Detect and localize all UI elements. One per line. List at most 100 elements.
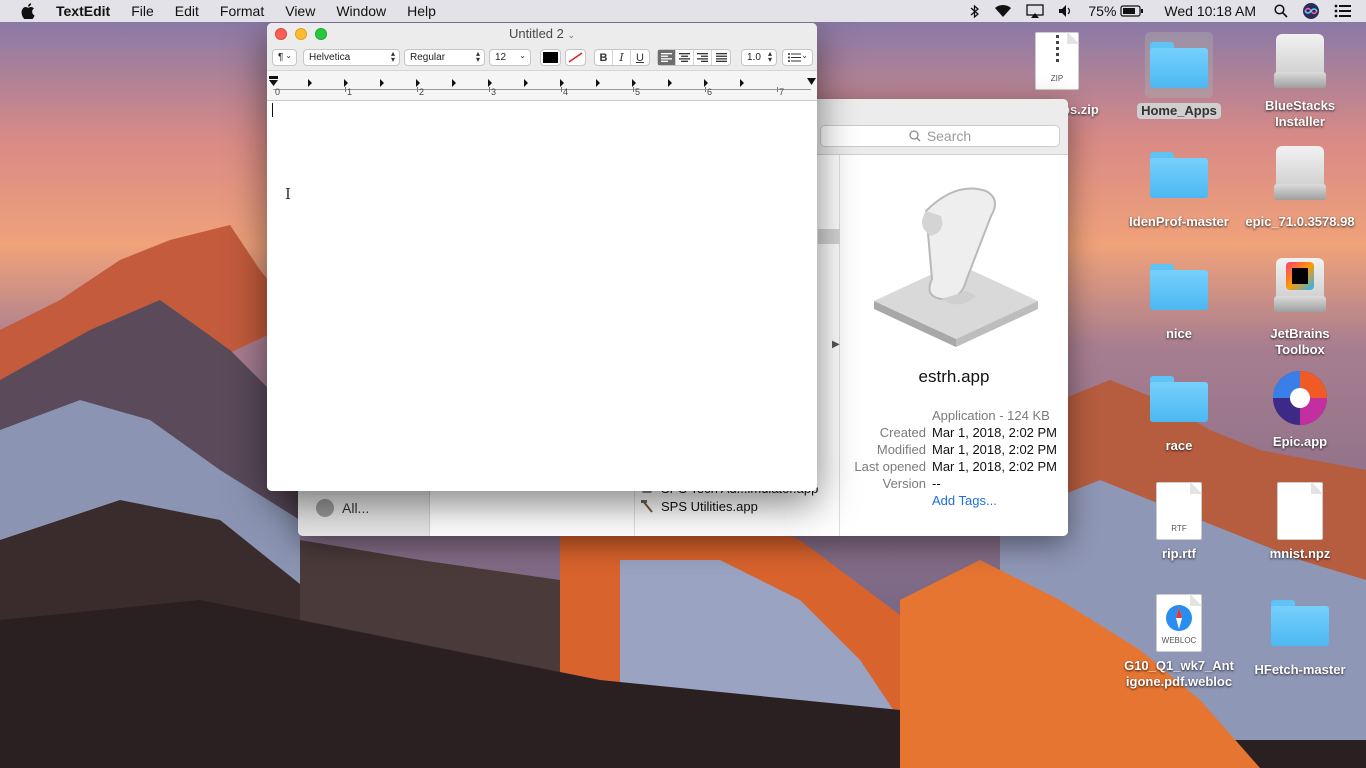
clock[interactable]: Wed 10:18 AM xyxy=(1164,3,1256,19)
desktop-icon-label: IdenProf-master xyxy=(1129,214,1229,229)
tab-stop[interactable] xyxy=(380,79,384,87)
align-center-button[interactable] xyxy=(676,50,694,65)
tab-stop[interactable] xyxy=(524,79,528,87)
bluetooth-icon[interactable] xyxy=(970,4,980,19)
menu-format[interactable]: Format xyxy=(220,3,264,19)
font-family-value: Helvetica xyxy=(309,52,351,63)
right-indent-marker[interactable] xyxy=(807,78,817,86)
search-icon xyxy=(909,130,921,142)
ruler-number: 2 xyxy=(419,87,425,97)
desktop-icon-home-apps[interactable]: Home_Apps xyxy=(1124,32,1234,120)
tab-stop[interactable] xyxy=(308,79,312,87)
modified-value: Mar 1, 2018, 2:02 PM xyxy=(932,442,1058,457)
window-title[interactable]: Untitled 2 ⌄ xyxy=(267,26,817,41)
text-color-well[interactable] xyxy=(540,49,561,66)
text-caret xyxy=(272,103,273,117)
text-style-segment: B I U xyxy=(594,49,650,66)
drive-icon xyxy=(1272,32,1328,92)
bold-button[interactable]: B xyxy=(595,50,613,65)
desktop-icon-hfetch[interactable]: HFetch-master xyxy=(1245,596,1355,678)
tab-stop[interactable] xyxy=(560,79,564,87)
notification-center-icon[interactable] xyxy=(1334,4,1352,18)
ruler-number: 0 xyxy=(275,87,281,97)
desktop-icon-bluestacks[interactable]: BlueStacks Installer xyxy=(1245,32,1355,130)
safari-compass-icon xyxy=(1166,605,1192,631)
menu-app-name[interactable]: TextEdit xyxy=(56,3,110,19)
desktop-icon-label: BlueStacks Installer xyxy=(1264,98,1336,129)
tab-stop[interactable] xyxy=(416,79,420,87)
tab-stop[interactable] xyxy=(452,79,456,87)
updown-icon: ▴ ▾ xyxy=(390,49,395,64)
desktop-icon-epic-app[interactable]: Epic.app xyxy=(1245,368,1355,450)
menu-window[interactable]: Window xyxy=(336,3,386,19)
ruler-tick xyxy=(633,87,634,92)
background-color-well[interactable] xyxy=(565,49,586,66)
desktop-icon-label: nice xyxy=(1165,326,1192,341)
desktop-icon-zip[interactable]: ZIP ps.zip xyxy=(1002,32,1112,117)
volume-icon[interactable] xyxy=(1058,4,1074,18)
font-style-popup[interactable]: Regular ▴ ▾ xyxy=(404,49,485,66)
ruler-tick xyxy=(345,87,346,92)
align-left-button[interactable] xyxy=(658,50,676,65)
updown-icon: ▴ ▾ xyxy=(767,49,772,64)
selected-row[interactable] xyxy=(818,229,840,244)
folder-icon xyxy=(1148,372,1210,424)
tab-stop[interactable] xyxy=(344,79,348,87)
siri-icon[interactable] xyxy=(1302,2,1320,20)
ruler-number: 7 xyxy=(779,87,785,97)
ruler[interactable]: 0 1 2 3 4 5 6 7 xyxy=(267,71,817,101)
apple-icon[interactable] xyxy=(18,3,38,19)
created-label: Created xyxy=(879,425,926,440)
font-family-popup[interactable]: Helvetica ▴ ▾ xyxy=(303,49,400,66)
tab-stop[interactable] xyxy=(704,79,708,87)
desktop-icon-label: Epic.app xyxy=(1272,434,1328,449)
menu-file[interactable]: File xyxy=(131,3,154,19)
align-center-icon xyxy=(679,53,690,62)
modified-label: Modified xyxy=(876,442,926,457)
text-area[interactable] xyxy=(267,102,817,491)
italic-button[interactable]: I xyxy=(613,50,631,65)
sidebar-item-all[interactable]: All... xyxy=(316,499,369,517)
desktop-icon-jetbrains[interactable]: JetBrains Toolbox xyxy=(1245,256,1355,358)
search-field[interactable]: Search xyxy=(820,125,1060,147)
underline-button[interactable]: U xyxy=(631,50,649,65)
ruler-tick xyxy=(777,87,778,92)
tab-stop[interactable] xyxy=(668,79,672,87)
tab-stop[interactable] xyxy=(596,79,600,87)
version-value: -- xyxy=(932,476,941,491)
line-spacing-value: 1.0 xyxy=(747,52,761,63)
version-label: Version xyxy=(882,476,926,491)
battery-icon[interactable] xyxy=(1120,5,1144,17)
ruler-tick xyxy=(705,87,706,92)
tab-stop[interactable] xyxy=(488,79,492,87)
desktop-icon-epic-dmg[interactable]: epic_71.0.3578.98 xyxy=(1245,144,1355,230)
menu-view[interactable]: View xyxy=(285,3,315,19)
desktop-icon-idenprof[interactable]: IdenProf-master xyxy=(1124,148,1234,230)
desktop-icon-rip-rtf[interactable]: RTF rip.rtf xyxy=(1124,482,1234,562)
wifi-icon[interactable] xyxy=(994,4,1012,18)
desktop-icon-race[interactable]: race xyxy=(1124,372,1234,454)
airplay-icon[interactable] xyxy=(1026,4,1045,18)
ruler-number: 4 xyxy=(563,87,569,97)
desktop-icon-label: Home_Apps xyxy=(1137,103,1221,119)
desktop-icon-webloc[interactable]: WEBLOC G10_Q1_wk7_Antigone.pdf.webloc xyxy=(1124,594,1234,690)
menu-edit[interactable]: Edit xyxy=(175,3,199,19)
line-spacing-popup[interactable]: 1.0 ▴ ▾ xyxy=(741,49,777,66)
title-bar[interactable]: Untitled 2 ⌄ xyxy=(267,23,817,45)
desktop-icon-mnist[interactable]: mnist.npz xyxy=(1245,482,1355,562)
list-item[interactable]: SPS Utilities.app xyxy=(640,497,818,515)
list-bullets-popup[interactable]: ⌄ xyxy=(782,49,813,66)
folder-icon xyxy=(1148,148,1210,200)
paragraph-style-popup[interactable]: ¶ ⌄ xyxy=(272,49,297,66)
last-opened-label: Last opened xyxy=(854,459,926,474)
add-tags-link[interactable]: Add Tags... xyxy=(932,493,997,508)
tab-stop[interactable] xyxy=(740,79,744,87)
spotlight-icon[interactable] xyxy=(1274,4,1288,18)
rtf-doc-icon: RTF xyxy=(1156,482,1202,540)
font-size-combo[interactable]: 12 ⌄ xyxy=(489,49,531,66)
tab-stop[interactable] xyxy=(632,79,636,87)
align-justify-button[interactable] xyxy=(712,50,730,65)
align-right-button[interactable] xyxy=(694,50,712,65)
desktop-icon-nice[interactable]: nice xyxy=(1124,260,1234,342)
menu-help[interactable]: Help xyxy=(407,3,436,19)
